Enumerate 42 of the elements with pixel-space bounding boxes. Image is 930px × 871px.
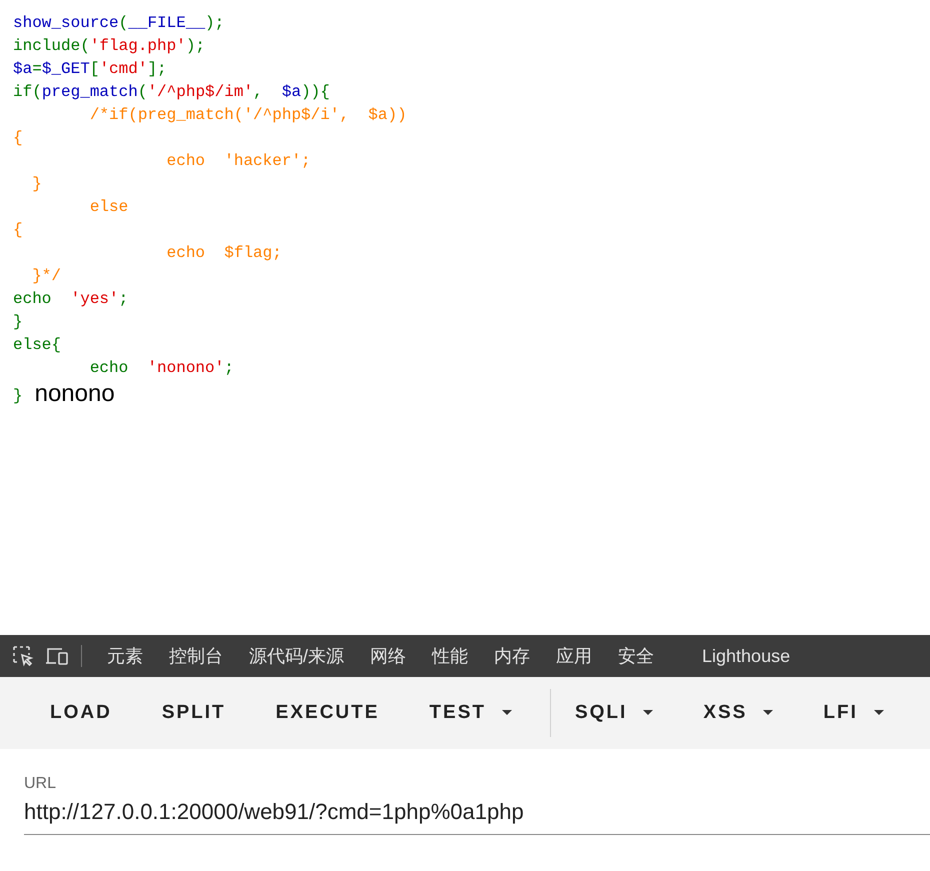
devtools-tab[interactable]: 元素 bbox=[94, 642, 156, 670]
page-output: nonono bbox=[34, 380, 115, 408]
code-line: $a=$_GET['cmd']; bbox=[13, 59, 167, 80]
code-line: else bbox=[88, 197, 128, 218]
devtools-tab[interactable]: 性能 bbox=[419, 642, 482, 670]
code-line: show_source(__FILE__); bbox=[13, 13, 224, 34]
devtools-tab[interactable]: 源代码/来源 bbox=[236, 642, 358, 670]
caret-icon bbox=[502, 710, 512, 716]
device-toolbar-icon[interactable] bbox=[45, 646, 69, 666]
code-line: { bbox=[13, 128, 23, 149]
devtools-tab[interactable]: 安全 bbox=[605, 642, 668, 670]
devtools-tab[interactable]: 应用 bbox=[543, 642, 606, 670]
url-field[interactable]: http://127.0.0.1:20000/web91/?cmd=1php%0a1php bbox=[24, 795, 930, 835]
devtools-tab[interactable]: Lighthouse bbox=[689, 642, 804, 670]
code-line: echo 'nonono'; bbox=[88, 358, 234, 379]
code-line: } bbox=[13, 312, 23, 333]
hackbar-button[interactable]: SQLI bbox=[556, 691, 672, 735]
code-line: echo 'yes'; bbox=[13, 289, 128, 310]
devtools-tab[interactable]: 控制台 bbox=[156, 642, 236, 670]
code-line: if(preg_match('/^php$/im', $a)){ bbox=[13, 82, 330, 103]
element-picker-icon[interactable] bbox=[12, 645, 34, 667]
hackbar-button[interactable]: EXECUTE bbox=[258, 691, 398, 735]
devtools-tab[interactable]: 内存 bbox=[481, 642, 544, 670]
url-label: URL bbox=[24, 774, 58, 794]
caret-icon bbox=[874, 710, 884, 716]
code-line: else{ bbox=[13, 335, 62, 356]
hackbar-button[interactable]: XSS bbox=[685, 691, 792, 735]
caret-icon bbox=[643, 710, 654, 716]
code-line: }*/ bbox=[31, 266, 62, 287]
code-line: { bbox=[13, 220, 23, 241]
hackbar-button[interactable]: TEST bbox=[411, 691, 530, 735]
code-line: echo 'hacker'; bbox=[166, 151, 311, 172]
code-line: } bbox=[31, 174, 42, 195]
code-line: include('flag.php'); bbox=[13, 36, 206, 57]
code-line: /*if(preg_match('/^php$/i', $a)) bbox=[88, 105, 407, 126]
hackbar-button[interactable]: SPLIT bbox=[144, 691, 244, 735]
devtools-tab[interactable]: 网络 bbox=[357, 642, 420, 670]
code-line: echo $flag; bbox=[166, 243, 282, 264]
code-line: } bbox=[13, 386, 23, 407]
hackbar-button[interactable]: LFI bbox=[805, 691, 902, 735]
hackbar-button[interactable]: LOAD bbox=[32, 691, 130, 735]
caret-icon bbox=[763, 710, 774, 716]
